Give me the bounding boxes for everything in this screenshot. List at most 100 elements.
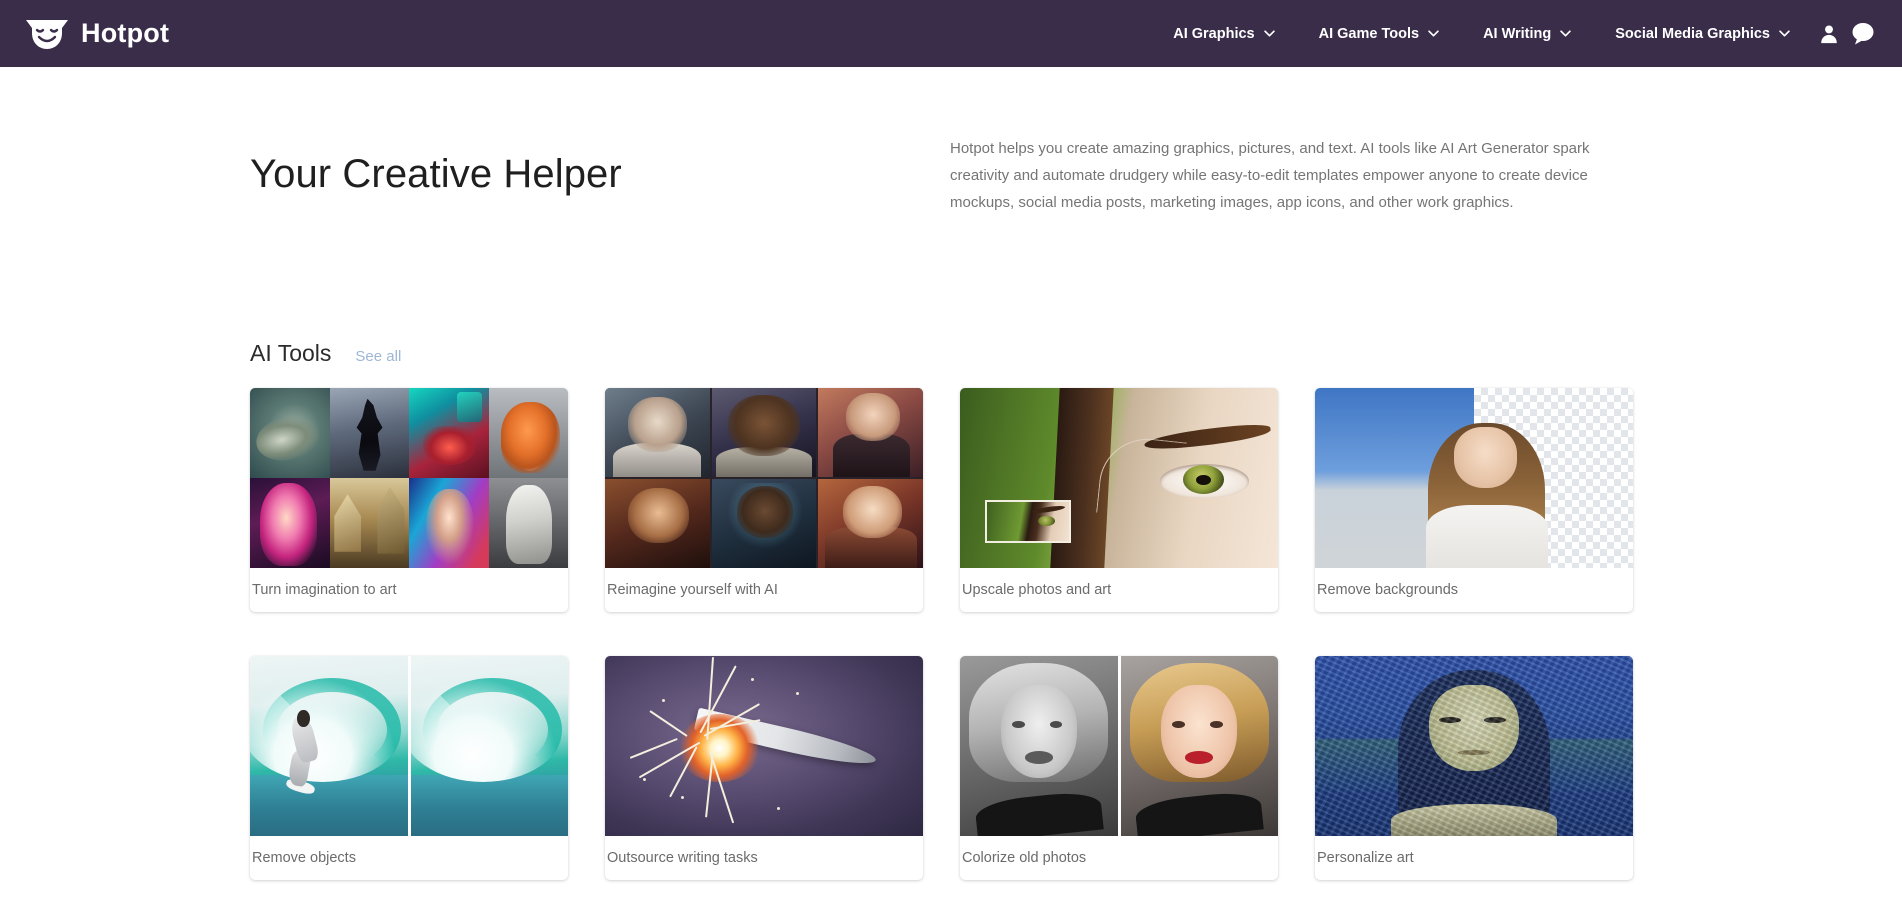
dress bbox=[974, 790, 1103, 836]
portrait-tile-1 bbox=[605, 388, 710, 477]
art-tile-corgi bbox=[489, 388, 569, 478]
art-tile-pink-portrait bbox=[250, 478, 330, 568]
tool-card-upscale-photos-and-art[interactable]: Upscale photos and art bbox=[960, 388, 1278, 612]
inset-eyebrow bbox=[1031, 505, 1064, 514]
art-tile-colorful-woman bbox=[409, 478, 489, 568]
tool-card-outsource-writing-tasks[interactable]: Outsource writing tasks bbox=[605, 656, 923, 880]
van-gogh-mona-lisa-thumbnail bbox=[1315, 656, 1633, 836]
nav-item-ai-writing[interactable]: AI Writing bbox=[1461, 26, 1593, 42]
section-header: AI Tools See all bbox=[250, 340, 401, 367]
spark-dot bbox=[751, 678, 754, 681]
portrait-subject bbox=[1423, 417, 1550, 568]
tool-card-label: Colorize old photos bbox=[960, 836, 1278, 880]
nav-label: AI Writing bbox=[1483, 26, 1551, 42]
upscale-comparison-inset bbox=[985, 500, 1071, 543]
portrait-tile-5 bbox=[712, 479, 817, 568]
chat-bubble-icon[interactable] bbox=[1846, 17, 1880, 51]
eye-closeup-image bbox=[960, 388, 1278, 568]
face bbox=[1001, 685, 1077, 779]
background-removal-image bbox=[1315, 388, 1633, 568]
brush-stroke-texture bbox=[1315, 656, 1633, 836]
ai-tools-grid: Turn imagination to art Reimagine yourse… bbox=[250, 388, 1650, 880]
portrait-grid bbox=[605, 388, 923, 568]
sea bbox=[411, 775, 569, 836]
right-eye bbox=[1210, 721, 1223, 728]
nav-label: AI Game Tools bbox=[1319, 26, 1419, 42]
spark-ray bbox=[649, 710, 687, 736]
subject-sweater bbox=[1426, 505, 1548, 568]
stylized-mona-lisa-image bbox=[1315, 656, 1633, 836]
black-and-white-half bbox=[960, 656, 1118, 836]
art-tile-motorcycle bbox=[409, 388, 489, 478]
chevron-down-icon bbox=[1779, 30, 1790, 37]
page-title: Your Creative Helper bbox=[250, 145, 810, 204]
portrait-tile-4 bbox=[605, 479, 710, 568]
left-eye bbox=[1012, 721, 1025, 728]
spark-dot bbox=[662, 699, 665, 702]
tool-card-label: Remove backgrounds bbox=[1315, 568, 1633, 612]
tool-card-reimagine-yourself-with-ai[interactable]: Reimagine yourself with AI bbox=[605, 388, 923, 612]
chevron-down-icon bbox=[1428, 30, 1439, 37]
tool-card-remove-backgrounds[interactable]: Remove backgrounds bbox=[1315, 388, 1633, 612]
surfer bbox=[288, 710, 323, 789]
nav-item-ai-graphics[interactable]: AI Graphics bbox=[1151, 26, 1296, 42]
colorize-before-after-image bbox=[960, 656, 1278, 836]
spark-dot bbox=[796, 692, 799, 695]
portrait-tile-2 bbox=[712, 388, 817, 477]
nav-label: Social Media Graphics bbox=[1615, 26, 1770, 42]
spark-dot bbox=[681, 796, 684, 799]
brand-logo-link[interactable]: Hotpot bbox=[24, 17, 169, 51]
subject-face bbox=[1454, 427, 1518, 487]
before-half-with-surfer bbox=[250, 656, 408, 836]
tool-card-personalize-art[interactable]: Personalize art bbox=[1315, 656, 1633, 880]
art-tile-village bbox=[330, 478, 410, 568]
tool-card-label: Reimagine yourself with AI bbox=[605, 568, 923, 612]
art-tile-venom bbox=[330, 388, 410, 478]
tool-card-label: Turn imagination to art bbox=[250, 568, 568, 612]
ai-art-mosaic-thumbnail bbox=[250, 388, 568, 568]
art-tile-dragon bbox=[250, 388, 330, 478]
main-nav: AI Graphics AI Game Tools AI Writing Soc… bbox=[1151, 17, 1902, 51]
colorize-thumbnail bbox=[960, 656, 1278, 836]
ai-portrait-grid-thumbnail bbox=[605, 388, 923, 568]
eye-upscale-thumbnail bbox=[960, 388, 1278, 568]
colorized-half bbox=[1121, 656, 1279, 836]
eye-iris bbox=[1183, 465, 1224, 494]
tool-card-turn-imagination-to-art[interactable]: Turn imagination to art bbox=[250, 388, 568, 612]
tool-card-label: Outsource writing tasks bbox=[605, 836, 923, 880]
sea bbox=[250, 775, 408, 836]
inset-iris bbox=[1038, 516, 1054, 526]
portrait-tile-3 bbox=[818, 388, 923, 477]
art-mosaic bbox=[250, 388, 568, 568]
remove-background-thumbnail bbox=[1315, 388, 1633, 568]
section-title: AI Tools bbox=[250, 340, 331, 367]
tool-card-label: Remove objects bbox=[250, 836, 568, 880]
face bbox=[1161, 685, 1237, 779]
chevron-down-icon bbox=[1264, 30, 1275, 37]
see-all-link[interactable]: See all bbox=[355, 348, 401, 365]
spark-dot bbox=[777, 807, 780, 810]
left-eye bbox=[1172, 721, 1185, 728]
tool-card-colorize-old-photos[interactable]: Colorize old photos bbox=[960, 656, 1278, 880]
user-account-icon[interactable] bbox=[1812, 17, 1846, 51]
brand-name: Hotpot bbox=[81, 18, 169, 49]
dress bbox=[1135, 790, 1264, 836]
sparkler-pen-thumbnail bbox=[605, 656, 923, 836]
remove-objects-thumbnail bbox=[250, 656, 568, 836]
sparkler-pen-image bbox=[605, 656, 923, 836]
nav-item-social-media-graphics[interactable]: Social Media Graphics bbox=[1593, 26, 1812, 42]
hotpot-smiley-pot-icon bbox=[24, 17, 70, 51]
hero-description: Hotpot helps you create amazing graphics… bbox=[950, 135, 1640, 216]
chevron-down-icon bbox=[1560, 30, 1571, 37]
spark-dot bbox=[643, 778, 646, 781]
after-half-without-surfer bbox=[411, 656, 569, 836]
tool-card-label: Personalize art bbox=[1315, 836, 1633, 880]
nav-item-ai-game-tools[interactable]: AI Game Tools bbox=[1297, 26, 1461, 42]
portrait-tile-6 bbox=[818, 479, 923, 568]
tool-card-label: Upscale photos and art bbox=[960, 568, 1278, 612]
surfer-before-after-image bbox=[250, 656, 568, 836]
tool-card-remove-objects[interactable]: Remove objects bbox=[250, 656, 568, 880]
lips bbox=[1025, 751, 1053, 764]
art-tile-astronaut bbox=[489, 478, 569, 568]
top-navigation-bar: Hotpot AI Graphics AI Game Tools AI Writ… bbox=[0, 0, 1902, 67]
